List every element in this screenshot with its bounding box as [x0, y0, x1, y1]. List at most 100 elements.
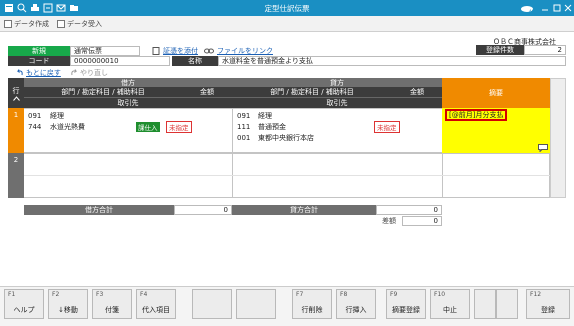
- row-subdivider: [24, 175, 550, 176]
- title-bar: 定型仕訳伝票 AI: [0, 0, 574, 16]
- f7-delete-row-button[interactable]: F7 行削除: [292, 289, 332, 319]
- fkey-label: 登録: [541, 306, 555, 314]
- redo-icon: [71, 69, 78, 76]
- link-file-label: ファイルをリンク: [217, 47, 273, 55]
- credit-amount-badge[interactable]: 未指定: [374, 120, 400, 133]
- receive-data-button[interactable]: データ受入: [57, 19, 102, 29]
- f9-summary-register-button[interactable]: F9 摘要登録: [386, 289, 426, 319]
- credit-account-code: 111: [237, 122, 251, 131]
- name-field[interactable]: 水道料金を普通預金より支払: [218, 56, 566, 66]
- debit-dept-code: 091: [28, 111, 42, 120]
- summary-text-field[interactable]: [@前月]月分支払: [445, 109, 508, 121]
- fkey-number: F8: [340, 291, 348, 298]
- credit-total-label: 貸方合計: [232, 205, 376, 215]
- debit-account-col: 部門 / 勘定科目 / 補助科目: [24, 87, 182, 97]
- create-data-label: データ作成: [14, 20, 49, 28]
- credit-sub-code: 001: [237, 133, 251, 142]
- fkey-number: F3: [96, 291, 104, 298]
- row-number-1[interactable]: 1: [8, 108, 24, 153]
- credit-header: 貸方: [232, 78, 442, 87]
- f11b-blank-button[interactable]: [496, 289, 518, 319]
- fkey-number: F1: [8, 291, 16, 298]
- svg-text:AI: AI: [529, 9, 533, 13]
- minimize-icon[interactable]: [540, 3, 550, 13]
- f8-insert-row-button[interactable]: F8 行挿入: [336, 289, 376, 319]
- fkey-number: F4: [140, 291, 148, 298]
- fkey-number: F10: [434, 291, 446, 298]
- debit-amount-col: 金額: [182, 87, 232, 97]
- debit-account-code: 744: [28, 122, 42, 131]
- name-label: 名称: [172, 56, 218, 66]
- f2-move-button[interactable]: F2 ↓移動: [48, 289, 88, 319]
- undo-button[interactable]: もとに戻す: [16, 68, 61, 77]
- debit-amount-badge[interactable]: 未指定: [166, 120, 192, 133]
- f12-register-button[interactable]: F12 登録: [526, 289, 570, 319]
- summary-header: 摘要: [442, 78, 550, 108]
- attach-evidence-link[interactable]: 証憑を添付: [152, 46, 198, 56]
- credit-account-name: 普通預金: [258, 122, 286, 131]
- create-data-button[interactable]: データ作成: [4, 19, 49, 29]
- f3-sticky-button[interactable]: F3 付箋: [92, 289, 132, 319]
- new-badge: 新規: [8, 46, 70, 56]
- fkey-number: F2: [52, 291, 60, 298]
- debit-header: 借方: [24, 78, 232, 87]
- fkey-number: F9: [390, 291, 398, 298]
- f1-help-button[interactable]: F1 ヘルプ: [4, 289, 44, 319]
- fkey-number: F7: [296, 291, 304, 298]
- fkey-label: 中止: [443, 306, 457, 314]
- credit-dept-code: 091: [237, 111, 251, 120]
- difference-value: 0: [402, 216, 442, 226]
- fkey-label: 代入項目: [142, 306, 170, 314]
- credit-partner-col: 取引先: [232, 97, 442, 108]
- row-header-label: 行: [12, 86, 20, 95]
- window-title: 定型仕訳伝票: [264, 4, 310, 13]
- receive-data-label: データ受入: [67, 20, 102, 28]
- chevron-up-icon[interactable]: [12, 95, 20, 101]
- row-divider: [232, 108, 233, 153]
- debit-account-name: 水道光熱費: [50, 122, 85, 131]
- credit-amount-col: 金額: [392, 87, 442, 97]
- code-label: コード: [8, 56, 70, 66]
- debit-total-value: 0: [174, 205, 232, 215]
- credit-sub-name: 東都中央銀行本店: [258, 133, 314, 142]
- ai-weather-icon: AI: [521, 6, 533, 13]
- fkey-label: 行削除: [301, 306, 323, 314]
- debit-tax-label: 課仕入: [136, 121, 160, 132]
- undo-label: もとに戻す: [26, 68, 61, 77]
- f4-substitute-button[interactable]: F4 代入項目: [136, 289, 176, 319]
- credit-account-col: 部門 / 勘定科目 / 補助科目: [232, 87, 392, 97]
- count-label: 登録件数: [476, 45, 524, 55]
- fkey-label: ↓移動: [58, 306, 78, 314]
- f5-blank-button[interactable]: [192, 289, 232, 319]
- credit-amount-label: 未指定: [374, 120, 400, 133]
- credit-dept-name: 経理: [258, 111, 272, 120]
- link-file-link[interactable]: ファイルをリンク: [204, 46, 273, 56]
- close-icon[interactable]: [563, 3, 573, 13]
- toolbar: データ作成 データ受入: [0, 16, 574, 32]
- debit-total-label: 借方合計: [24, 205, 174, 215]
- code-field[interactable]: 0000000010: [70, 56, 170, 66]
- document-icon: [152, 47, 160, 55]
- comment-icon[interactable]: [538, 144, 548, 152]
- grid-scrollbar[interactable]: [550, 78, 566, 198]
- link-icon: [204, 48, 214, 54]
- row-header: 行: [8, 78, 24, 108]
- f10-cancel-button[interactable]: F10 中止: [430, 289, 470, 319]
- f6-blank-button[interactable]: [236, 289, 276, 319]
- redo-label: やり直し: [80, 68, 108, 77]
- row-number-2[interactable]: 2: [8, 153, 24, 198]
- fkey-label: 摘要登録: [392, 306, 420, 314]
- debit-amount-label: 未指定: [166, 120, 192, 133]
- f11-blank-button[interactable]: [474, 289, 496, 319]
- maximize-icon[interactable]: [552, 3, 562, 13]
- credit-total-value: 0: [376, 205, 442, 215]
- debit-tax-badge: 課仕入: [136, 121, 160, 132]
- attach-evidence-label: 証憑を添付: [163, 47, 198, 55]
- undo-icon: [16, 69, 23, 76]
- redo-button[interactable]: やり直し: [70, 68, 108, 77]
- slip-type[interactable]: 通常伝票: [70, 46, 140, 56]
- fkey-label: 付箋: [105, 306, 119, 314]
- difference-label: 差額: [382, 217, 396, 225]
- create-data-icon: [4, 20, 12, 28]
- debit-dept-name: 経理: [50, 111, 64, 120]
